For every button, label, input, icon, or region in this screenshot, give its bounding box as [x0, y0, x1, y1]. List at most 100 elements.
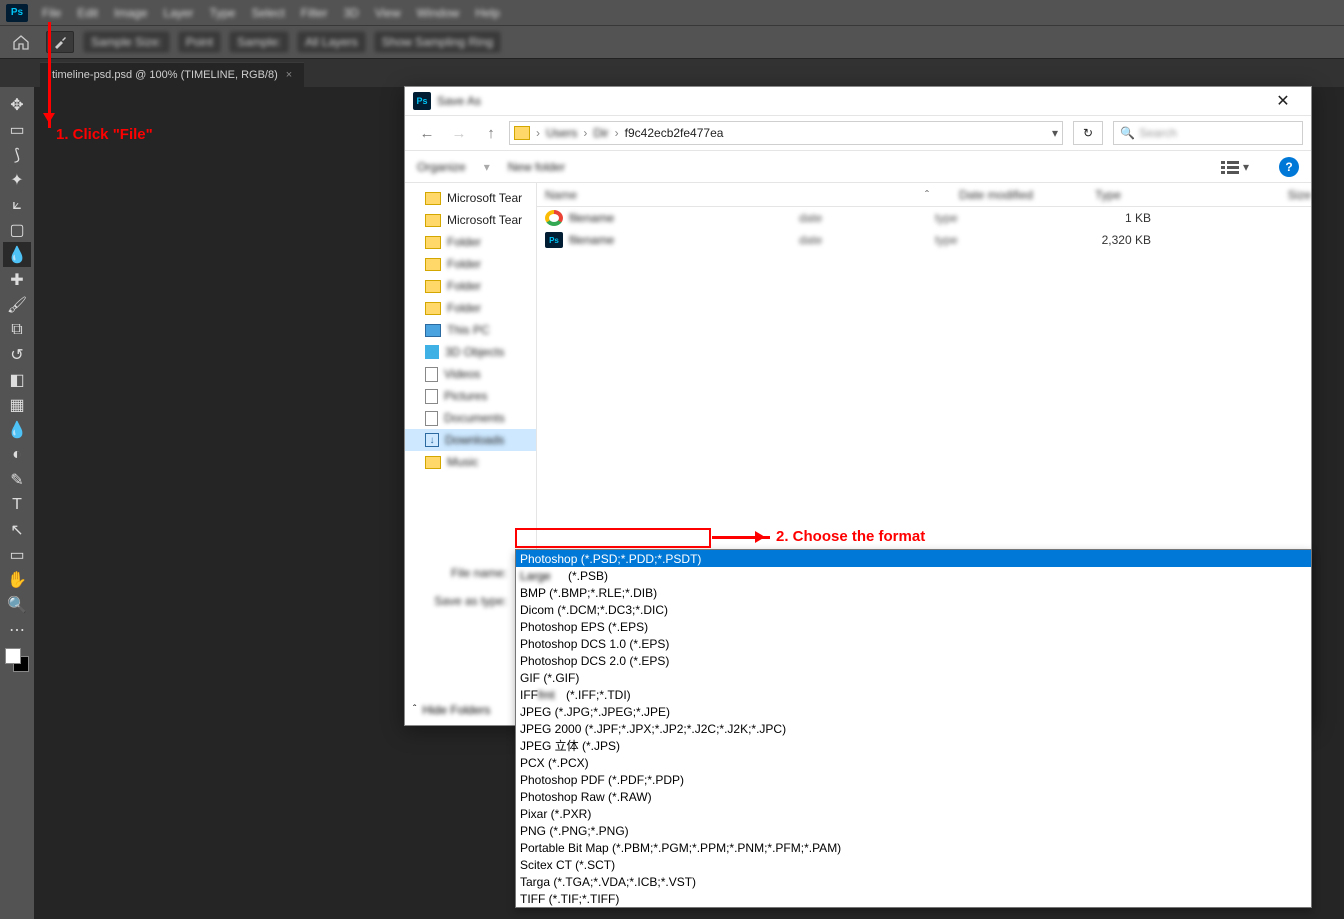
dialog-titlebar: Ps Save As ✕ — [405, 87, 1311, 115]
tool-pen[interactable]: ✎ — [3, 467, 31, 492]
tool-crop[interactable]: ⟀ — [3, 192, 31, 217]
search-input[interactable]: 🔍Search — [1113, 121, 1303, 145]
tool-blur[interactable]: 💧 — [3, 417, 31, 442]
format-option[interactable]: Portable Bit Map (*.PBM;*.PGM;*.PPM;*.PN… — [516, 839, 1311, 856]
format-option[interactable]: Scitex CT (*.SCT) — [516, 856, 1311, 873]
tool-hand[interactable]: ✋ — [3, 567, 31, 592]
tool-history[interactable]: ↺ — [3, 342, 31, 367]
nav-item[interactable]: Folder — [405, 297, 536, 319]
option-field[interactable]: Point — [179, 32, 220, 52]
format-option[interactable]: Targa (*.TGA;*.VDA;*.ICB;*.VST) — [516, 873, 1311, 890]
menu-layer[interactable]: Layer — [155, 6, 201, 20]
new-folder-button[interactable]: New folder — [508, 160, 565, 174]
menu-image[interactable]: Image — [106, 6, 155, 20]
file-list-pane[interactable]: Name ˆ Date modified Type Size filenamed… — [537, 183, 1311, 553]
breadcrumb-current[interactable]: f9c42ecb2fe477ea — [625, 126, 724, 140]
color-swatches[interactable] — [5, 648, 29, 672]
format-option[interactable]: Pixar (*.PXR) — [516, 805, 1311, 822]
tool-gradient[interactable]: ▦ — [3, 392, 31, 417]
menu-view[interactable]: View — [367, 6, 409, 20]
home-icon[interactable] — [6, 29, 36, 55]
format-option[interactable]: PCX (*.PCX) — [516, 754, 1311, 771]
menu-filter[interactable]: Filter — [293, 6, 336, 20]
menu-file[interactable]: File — [34, 6, 69, 20]
file-list-header[interactable]: Name ˆ Date modified Type Size — [537, 183, 1311, 207]
tool-more[interactable]: ⋯ — [3, 617, 31, 642]
format-label: Save as type: — [415, 594, 515, 608]
help-icon[interactable]: ? — [1279, 157, 1299, 177]
annotation-arrow-1 — [48, 22, 51, 128]
file-row[interactable]: Psfilenamedatetype2,320 KB — [537, 229, 1311, 251]
tool-lasso[interactable]: ⟆ — [3, 142, 31, 167]
menu-select[interactable]: Select — [243, 6, 292, 20]
option-field[interactable]: All Layers — [298, 32, 365, 52]
nav-item[interactable]: Music — [405, 451, 536, 473]
tool-type[interactable]: T — [3, 492, 31, 517]
tool-frame[interactable]: ▢ — [3, 217, 31, 242]
tool-eyedropper[interactable]: 💧 — [3, 242, 31, 267]
close-tab-icon[interactable]: × — [286, 69, 292, 81]
menu-help[interactable]: Help — [467, 6, 508, 20]
nav-item[interactable]: Microsoft Tear — [405, 209, 536, 231]
nav-item[interactable]: Downloads — [405, 429, 536, 451]
tool-path[interactable]: ↖ — [3, 517, 31, 542]
format-option[interactable]: GIF (*.GIF) — [516, 669, 1311, 686]
format-option[interactable]: Large (*.PSB) — [516, 567, 1311, 584]
format-option[interactable]: JPEG 立体 (*.JPS) — [516, 737, 1311, 754]
menu-window[interactable]: Window — [409, 6, 468, 20]
refresh-button[interactable]: ↻ — [1073, 121, 1103, 145]
tool-brush[interactable]: 🖌 — [3, 292, 31, 317]
nav-item[interactable]: Documents — [405, 407, 536, 429]
format-option[interactable]: Photoshop (*.PSD;*.PDD;*.PSDT) — [516, 550, 1311, 567]
document-tab[interactable]: timeline-psd.psd @ 100% (TIMELINE, RGB/8… — [40, 62, 304, 87]
organize-button[interactable]: Organize — [417, 160, 466, 174]
tool-zoom[interactable]: 🔍 — [3, 592, 31, 617]
tool-marquee[interactable]: ▭ — [3, 117, 31, 142]
format-option[interactable]: Dicom (*.DCM;*.DC3;*.DIC) — [516, 601, 1311, 618]
format-option[interactable]: JPEG (*.JPG;*.JPEG;*.JPE) — [516, 703, 1311, 720]
menubar: Ps FileEditImageLayerTypeSelectFilter3DV… — [0, 0, 1344, 25]
format-option[interactable]: BMP (*.BMP;*.RLE;*.DIB) — [516, 584, 1311, 601]
nav-item[interactable]: Videos — [405, 363, 536, 385]
tool-patch[interactable]: ✚ — [3, 267, 31, 292]
file-row[interactable]: filenamedatetype1 KB — [537, 207, 1311, 229]
format-dropdown[interactable]: Photoshop (*.PSD;*.PDD;*.PSDT)Large (*.P… — [515, 549, 1312, 908]
dialog-title-text: Save As — [437, 94, 481, 108]
folder-nav-pane[interactable]: Microsoft TearMicrosoft TearFolderFolder… — [405, 183, 537, 553]
format-option[interactable]: PNG (*.PNG;*.PNG) — [516, 822, 1311, 839]
format-option[interactable]: Photoshop PDF (*.PDF;*.PDP) — [516, 771, 1311, 788]
view-mode-button[interactable]: ▾ — [1221, 160, 1249, 174]
nav-item[interactable]: Folder — [405, 253, 536, 275]
option-field[interactable]: Show Sampling Ring — [375, 32, 500, 52]
nav-item[interactable]: Pictures — [405, 385, 536, 407]
format-option[interactable]: TIFF (*.TIF;*.TIFF) — [516, 890, 1311, 907]
nav-item[interactable]: Folder — [405, 231, 536, 253]
nav-item[interactable]: This PC — [405, 319, 536, 341]
nav-item[interactable]: Microsoft Tear — [405, 187, 536, 209]
dialog-close-button[interactable]: ✕ — [1263, 91, 1303, 111]
format-option[interactable]: Photoshop Raw (*.RAW) — [516, 788, 1311, 805]
format-option[interactable]: Photoshop DCS 1.0 (*.EPS) — [516, 635, 1311, 652]
tool-dodge[interactable]: ◐ — [3, 442, 31, 467]
nav-item[interactable]: 3D Objects — [405, 341, 536, 363]
ps-mini-icon: Ps — [413, 92, 431, 110]
tool-move[interactable]: ✥ — [3, 92, 31, 117]
tool-eraser[interactable]: ◧ — [3, 367, 31, 392]
address-bar[interactable]: › Users › Dir › f9c42ecb2fe477ea ▾ — [509, 121, 1063, 145]
tool-stamp[interactable]: ⧉ — [3, 317, 31, 342]
menu-3d[interactable]: 3D — [335, 6, 366, 20]
back-button[interactable]: ← — [413, 119, 441, 147]
format-option[interactable]: IFF fmt (*.IFF;*.TDI) — [516, 686, 1311, 703]
format-option[interactable]: JPEG 2000 (*.JPF;*.JPX;*.JP2;*.J2C;*.J2K… — [516, 720, 1311, 737]
document-tab-label: timeline-psd.psd @ 100% (TIMELINE, RGB/8… — [52, 69, 278, 81]
ps-logo: Ps — [6, 4, 28, 22]
tool-wand[interactable]: ✦ — [3, 167, 31, 192]
format-option[interactable]: Photoshop DCS 2.0 (*.EPS) — [516, 652, 1311, 669]
format-option[interactable]: Photoshop EPS (*.EPS) — [516, 618, 1311, 635]
up-button[interactable]: ↑ — [477, 119, 505, 147]
nav-item[interactable]: Folder — [405, 275, 536, 297]
tool-rect[interactable]: ▭ — [3, 542, 31, 567]
option-field: Sample Size: — [84, 32, 169, 52]
menu-type[interactable]: Type — [201, 6, 243, 20]
menu-edit[interactable]: Edit — [69, 6, 106, 20]
